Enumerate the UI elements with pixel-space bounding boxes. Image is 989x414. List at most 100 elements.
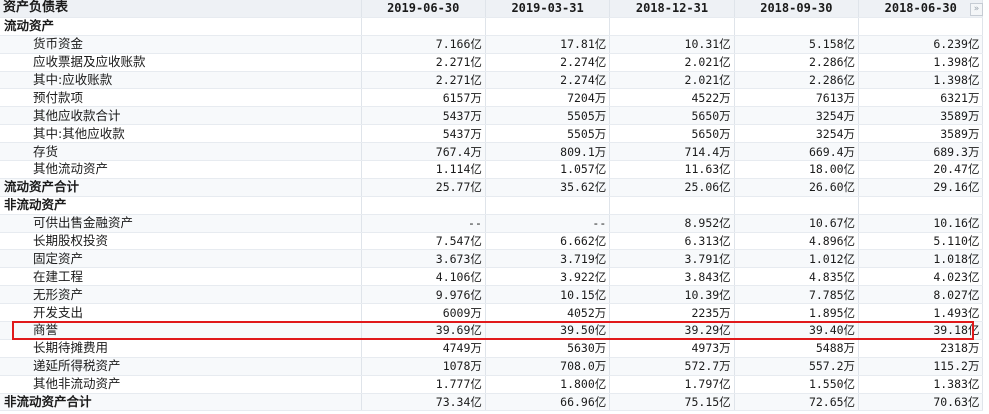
row-value: 72.65亿 — [734, 393, 860, 412]
scroll-right-button[interactable]: » — [970, 3, 983, 16]
row-value: 3589万 — [858, 106, 984, 126]
period-header[interactable]: 2019-03-31 — [485, 0, 611, 18]
row-value: 1.398亿 — [858, 53, 984, 72]
row-value: 10.31亿 — [609, 35, 735, 54]
row-value: 8.027亿 — [858, 285, 984, 305]
table-row: 流动资产合计 25.77亿 35.62亿 25.06亿 26.60亿 29.16亿 — [0, 178, 984, 197]
row-value: 2.021亿 — [609, 53, 735, 72]
table-row: 其中:应收账款 2.271亿 2.274亿 2.021亿 2.286亿 1.398亿 — [0, 71, 984, 90]
row-value: 708.0万 — [485, 357, 611, 376]
period-header[interactable]: 2018-06-30 — [858, 0, 984, 18]
row-value: 4.896亿 — [734, 232, 860, 251]
table-row: 其他应收款合计 5437万 5505万 5650万 3254万 3589万 — [0, 106, 984, 126]
period-header[interactable]: 2019-06-30 — [361, 0, 486, 18]
row-label: 固定资产 — [0, 249, 362, 269]
table-row: 应收票据及应收账款 2.271亿 2.274亿 2.021亿 2.286亿 1.398亿 — [0, 53, 984, 72]
row-value: 1.114亿 — [361, 160, 486, 179]
row-label: 非流动资产 — [0, 196, 362, 215]
row-value: 4522万 — [609, 88, 735, 108]
row-value — [361, 196, 486, 215]
row-value: 5650万 — [609, 124, 735, 144]
row-label: 长期股权投资 — [0, 232, 362, 251]
row-value: 4052万 — [485, 303, 611, 323]
period-header[interactable]: 2018-09-30 — [734, 0, 860, 18]
row-value: 5630万 — [485, 339, 611, 358]
row-value: 5650万 — [609, 106, 735, 126]
row-label: 其他应收款合计 — [0, 106, 362, 126]
row-value: 39.29亿 — [609, 321, 735, 340]
row-value: 7613万 — [734, 88, 860, 108]
row-value: 3.673亿 — [361, 249, 486, 269]
row-value: -- — [361, 214, 486, 233]
row-value: 1.493亿 — [858, 303, 984, 323]
row-value: 669.4万 — [734, 142, 860, 162]
row-value: 5437万 — [361, 124, 486, 144]
row-value: 7.166亿 — [361, 35, 486, 54]
row-value — [858, 196, 984, 215]
row-value: 39.69亿 — [361, 321, 486, 340]
table-row: 长期待摊费用 4749万 5630万 4973万 5488万 2318万 — [0, 339, 984, 358]
row-label: 货币资金 — [0, 35, 362, 54]
row-value: 1.550亿 — [734, 375, 860, 394]
table-row: 存货 767.4万 809.1万 714.4万 669.4万 689.3万 — [0, 142, 984, 162]
row-value — [858, 17, 984, 36]
row-value: 4973万 — [609, 339, 735, 358]
row-value: 3254万 — [734, 124, 860, 144]
row-value: 7.785亿 — [734, 285, 860, 305]
row-value: 572.7万 — [609, 357, 735, 376]
table-title: 资产负债表 — [0, 0, 362, 18]
table-row: 货币资金 7.166亿 17.81亿 10.31亿 5.158亿 6.239亿 — [0, 35, 984, 54]
row-value: 7204万 — [485, 88, 611, 108]
row-value: 1.012亿 — [734, 249, 860, 269]
row-value: 3.791亿 — [609, 249, 735, 269]
row-value: 6.239亿 — [858, 35, 984, 54]
row-value: 70.63亿 — [858, 393, 984, 412]
row-value: 1.383亿 — [858, 375, 984, 394]
row-label: 其他非流动资产 — [0, 375, 362, 394]
row-value: 20.47亿 — [858, 160, 984, 179]
row-value: 35.62亿 — [485, 178, 611, 197]
row-label: 存货 — [0, 142, 362, 162]
row-value: 8.952亿 — [609, 214, 735, 233]
row-value: 25.06亿 — [609, 178, 735, 197]
row-value: 2.286亿 — [734, 53, 860, 72]
row-label: 无形资产 — [0, 285, 362, 305]
row-value: 26.60亿 — [734, 178, 860, 197]
table-row: 非流动资产 — [0, 196, 984, 215]
row-value: 2.286亿 — [734, 71, 860, 90]
row-value: 17.81亿 — [485, 35, 611, 54]
row-value: 6.662亿 — [485, 232, 611, 251]
row-value: 1.777亿 — [361, 375, 486, 394]
row-value: 73.34亿 — [361, 393, 486, 412]
row-value: 7.547亿 — [361, 232, 486, 251]
row-value: 75.15亿 — [609, 393, 735, 412]
table-row: 预付款项 6157万 7204万 4522万 7613万 6321万 — [0, 88, 984, 108]
table-header-row: 资产负债表 2019-06-30 2019-03-31 2018-12-31 2… — [0, 0, 984, 18]
row-value: 11.63亿 — [609, 160, 735, 179]
row-label: 递延所得税资产 — [0, 357, 362, 376]
row-value: 3.719亿 — [485, 249, 611, 269]
table-row: 其他非流动资产 1.777亿 1.800亿 1.797亿 1.550亿 1.383亿 — [0, 375, 984, 394]
row-label: 开发支出 — [0, 303, 362, 323]
row-value — [734, 196, 860, 215]
row-value: 1.398亿 — [858, 71, 984, 90]
row-value: -- — [485, 214, 611, 233]
period-header[interactable]: 2018-12-31 — [609, 0, 735, 18]
balance-sheet-table: 资产负债表 2019-06-30 2019-03-31 2018-12-31 2… — [0, 0, 984, 412]
row-value: 39.40亿 — [734, 321, 860, 340]
row-value: 3.922亿 — [485, 267, 611, 287]
row-value: 1.895亿 — [734, 303, 860, 323]
row-value: 10.67亿 — [734, 214, 860, 233]
row-value: 5.110亿 — [858, 232, 984, 251]
row-label: 应收票据及应收账款 — [0, 53, 362, 72]
table-row: 递延所得税资产 1078万 708.0万 572.7万 557.2万 115.2万 — [0, 357, 984, 376]
row-value: 1.018亿 — [858, 249, 984, 269]
row-label: 长期待摊费用 — [0, 339, 362, 358]
row-label: 非流动资产合计 — [0, 393, 362, 412]
table-row: 固定资产 3.673亿 3.719亿 3.791亿 1.012亿 1.018亿 — [0, 249, 984, 269]
row-value: 809.1万 — [485, 142, 611, 162]
row-value: 2.274亿 — [485, 71, 611, 90]
row-value: 1078万 — [361, 357, 486, 376]
row-value: 2.274亿 — [485, 53, 611, 72]
row-value: 714.4万 — [609, 142, 735, 162]
